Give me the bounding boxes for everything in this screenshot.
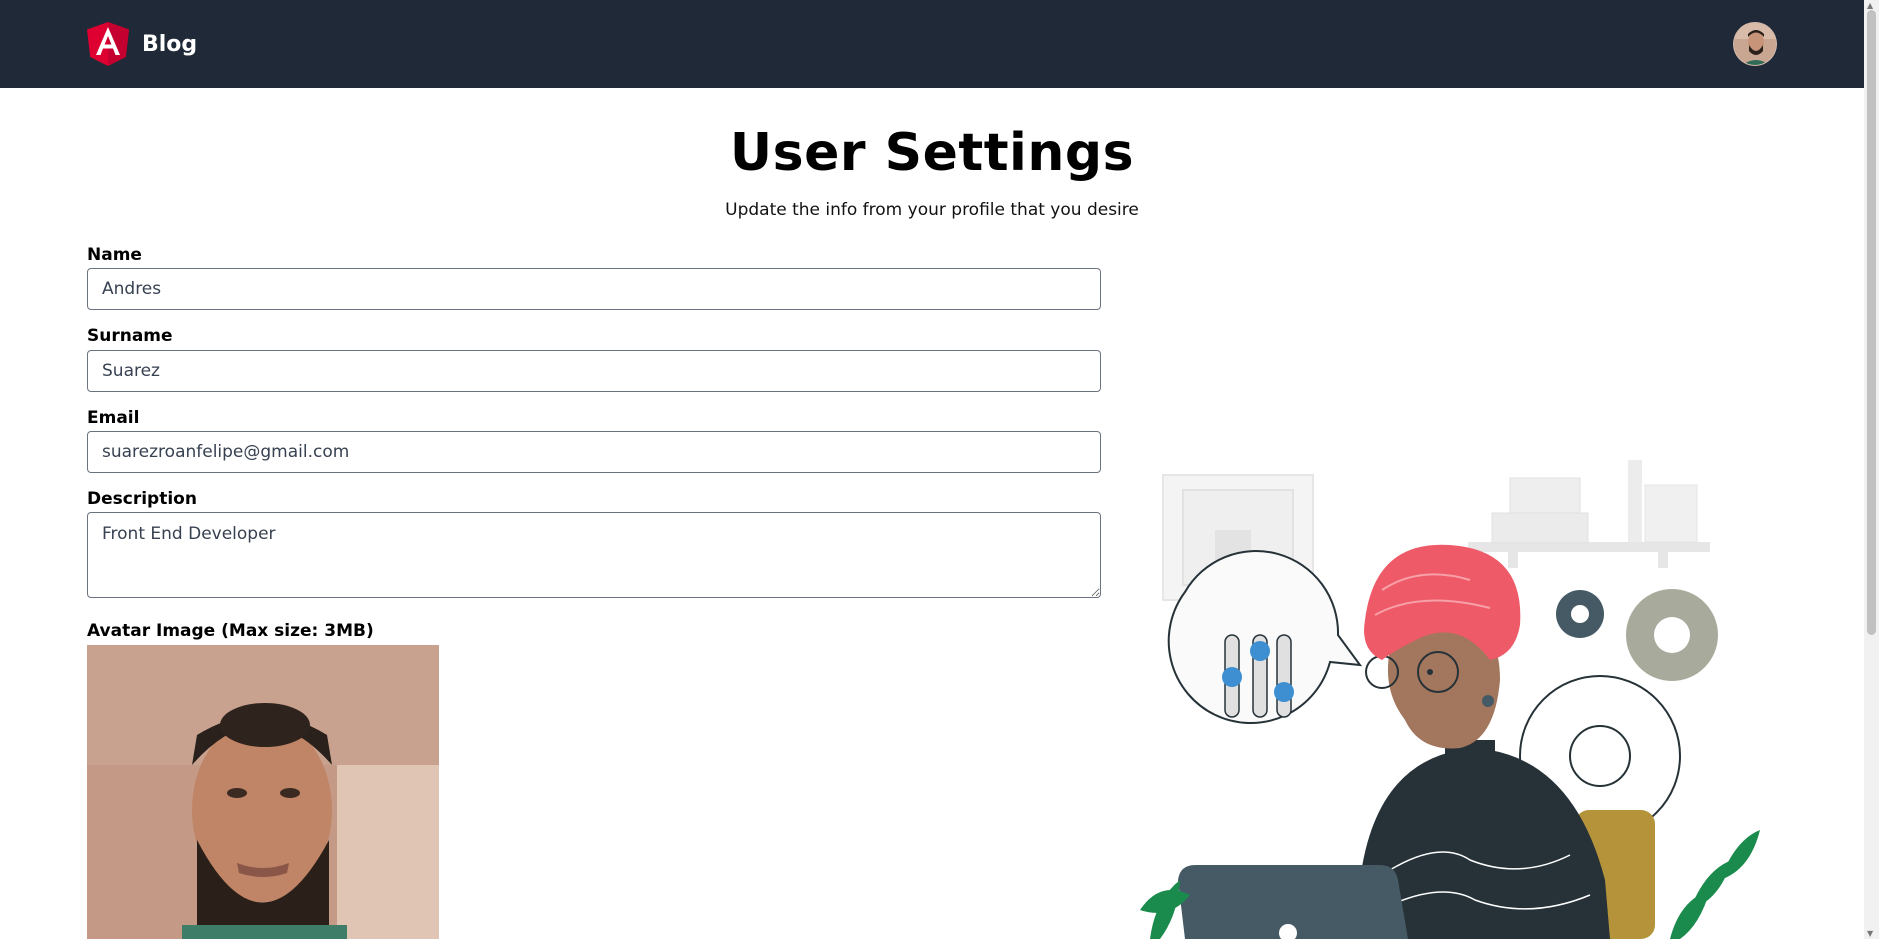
settings-illustration bbox=[1140, 460, 1760, 939]
page-scrollbar[interactable]: ▲ ▼ bbox=[1864, 0, 1879, 939]
avatar-photo bbox=[87, 645, 439, 939]
surname-label: Surname bbox=[87, 326, 173, 346]
page-subtitle: Update the info from your profile that y… bbox=[725, 200, 1139, 220]
avatar bbox=[1734, 23, 1776, 65]
avatar-image-preview[interactable] bbox=[87, 645, 439, 939]
scroll-thumb[interactable] bbox=[1867, 10, 1876, 635]
scroll-down-icon[interactable]: ▼ bbox=[1867, 929, 1873, 938]
name-input[interactable] bbox=[87, 268, 1101, 310]
user-avatar-button[interactable] bbox=[1733, 22, 1777, 66]
surname-input[interactable] bbox=[87, 350, 1101, 392]
page-title: User Settings bbox=[729, 123, 1135, 183]
angular-logo-icon bbox=[87, 22, 129, 66]
description-textarea[interactable]: Front End Developer bbox=[87, 512, 1101, 598]
name-label: Name bbox=[87, 245, 142, 265]
brand-link[interactable]: Blog bbox=[87, 22, 197, 66]
email-input[interactable] bbox=[87, 431, 1101, 473]
brand-name: Blog bbox=[142, 31, 198, 57]
avatar-image-label: Avatar Image (Max size: 3MB) bbox=[87, 621, 374, 641]
description-label: Description bbox=[87, 489, 197, 509]
email-label: Email bbox=[87, 408, 140, 428]
top-navbar: Blog bbox=[0, 0, 1864, 88]
scroll-up-icon[interactable]: ▲ bbox=[1867, 1, 1873, 10]
